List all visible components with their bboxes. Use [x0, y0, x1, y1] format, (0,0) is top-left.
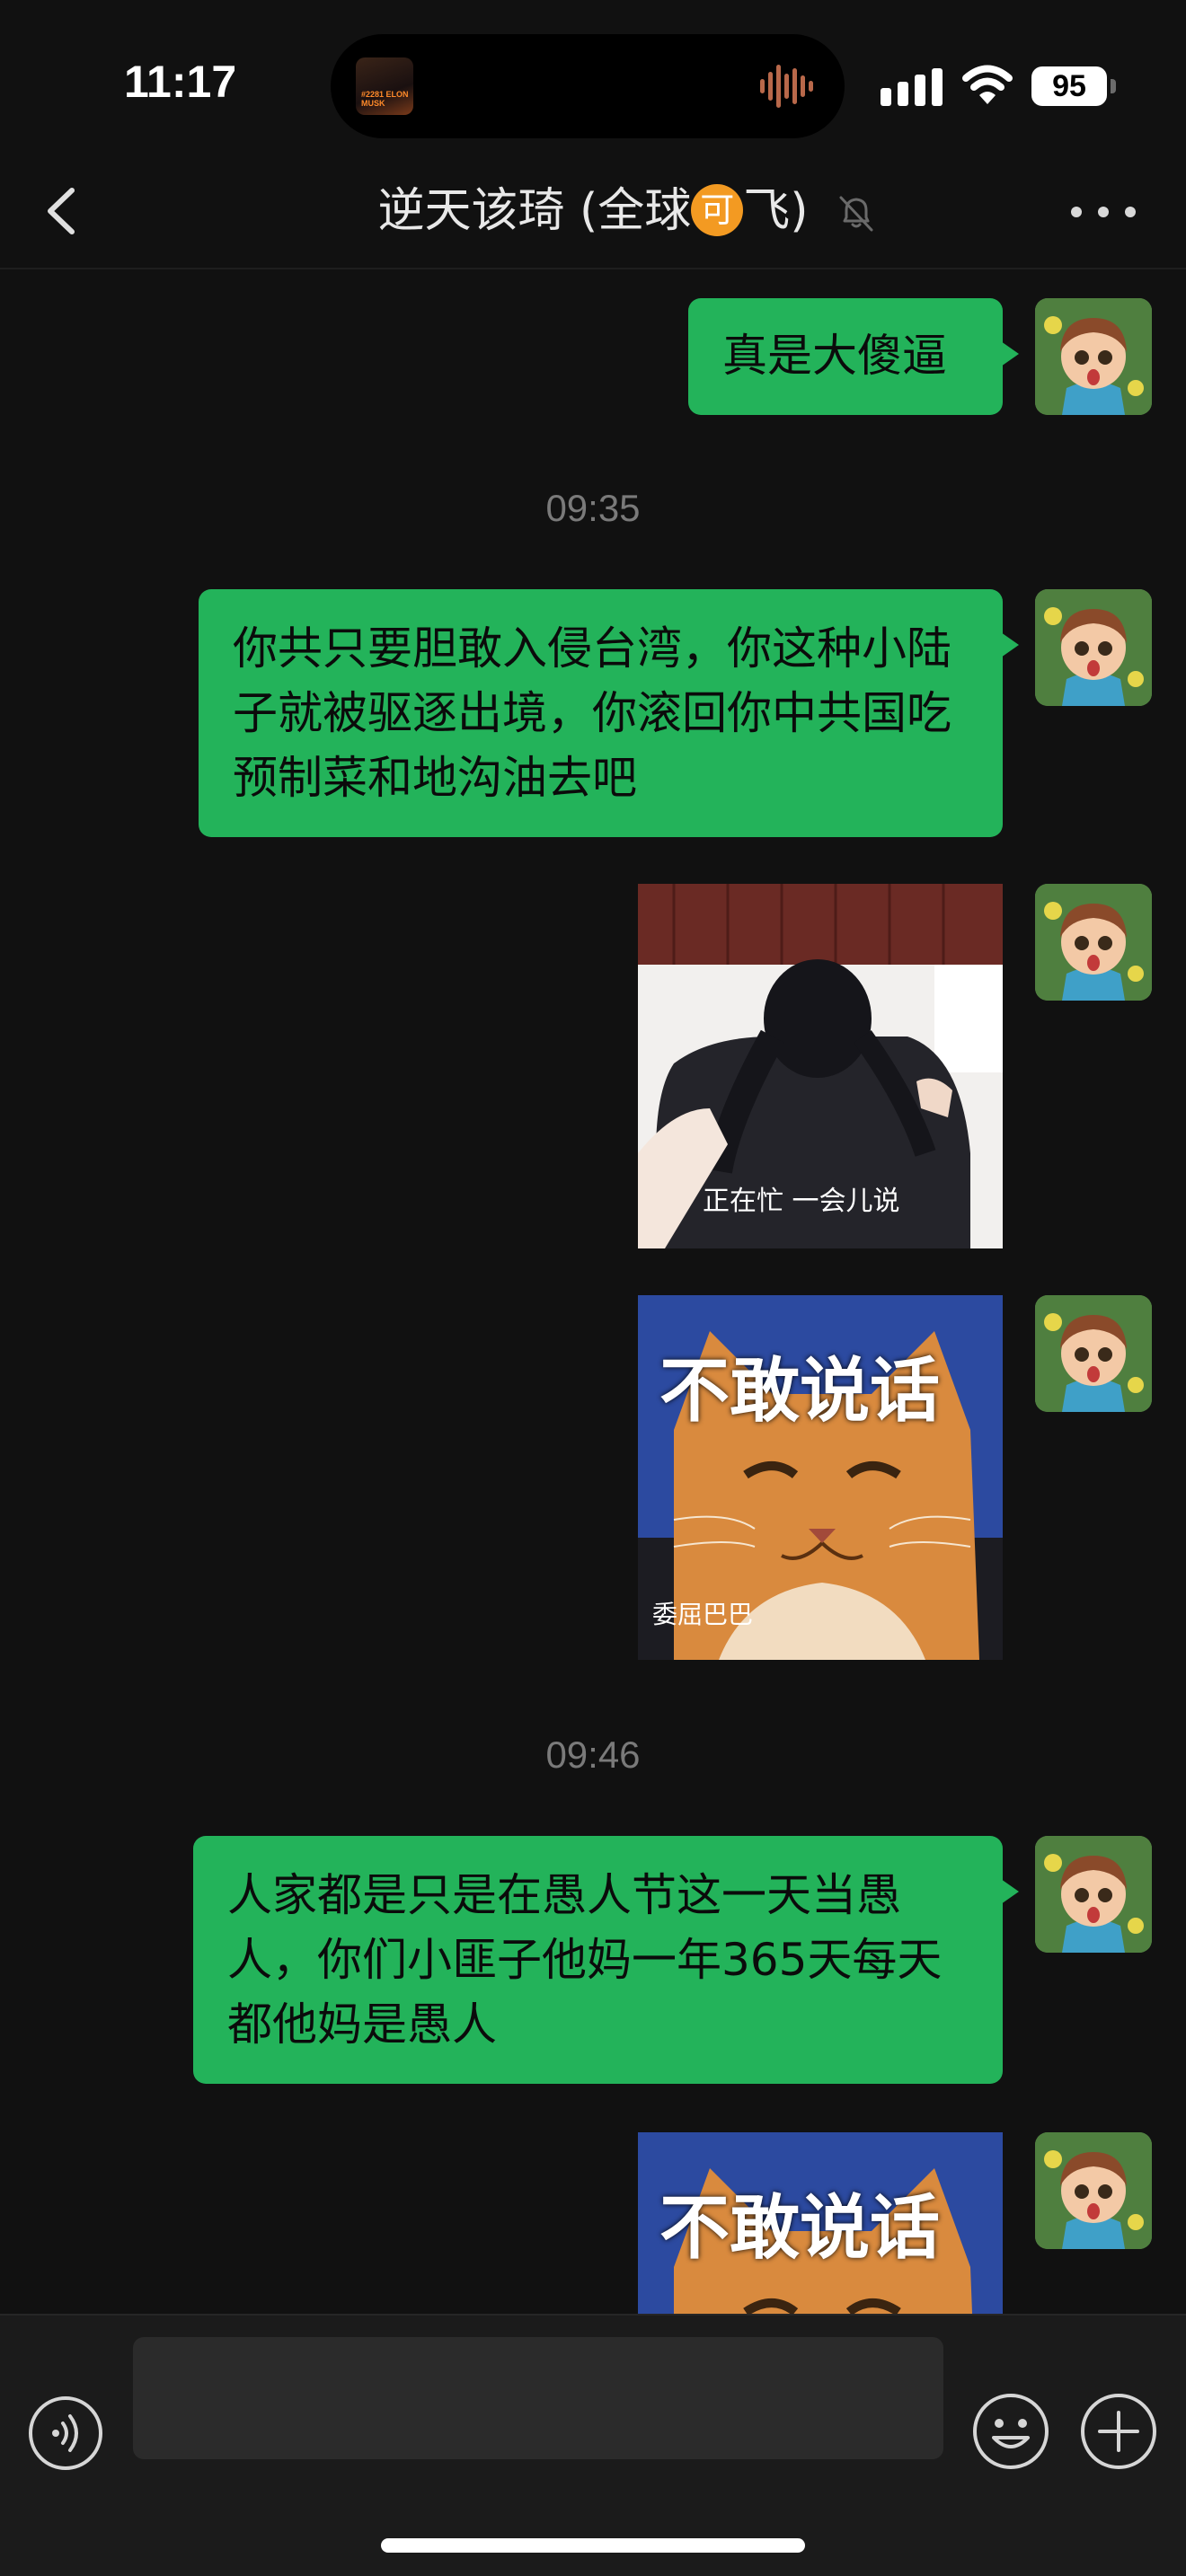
message-bubble[interactable]: 你共只要胆敢入侵台湾，你这种小陆子就被驱逐出境，你滚回你中共国吃预制菜和地沟油去…: [199, 589, 1019, 837]
avatar-image: [1035, 2132, 1152, 2249]
timestamp: 09:46: [545, 1734, 641, 1776]
message-text: 你共只要胆敢入侵台湾，你这种小陆子就被驱逐出境，你滚回你中共国吃预制菜和地沟油去…: [233, 622, 951, 804]
avatar-image: [1035, 1295, 1152, 1412]
audio-waveform-icon: [760, 65, 813, 108]
cellular-signal-icon: [881, 68, 943, 106]
sticker-subcaption: 委屈巴巴: [652, 1600, 754, 1629]
now-playing-artwork[interactable]: #2281 ELON MUSK: [356, 57, 413, 115]
avatar[interactable]: [1035, 2132, 1152, 2249]
sticker-image[interactable]: 不敢说话: [638, 2132, 1003, 2314]
plus-circle-icon[interactable]: [1078, 2391, 1159, 2472]
title-badge: 可: [691, 184, 744, 236]
message-bubble[interactable]: 人家都是只是在愚人节这一天当愚人，你们小匪子他妈一年365天每天都他妈是愚人: [193, 1836, 1019, 2084]
message-input[interactable]: [133, 2337, 943, 2459]
dynamic-island[interactable]: #2281 ELON MUSK: [331, 34, 845, 138]
message-input-bar: [0, 2314, 1186, 2576]
chat-title-after: 飞): [743, 184, 809, 238]
message-list[interactable]: 真是大傻逼 09:35 你共只要胆敢入侵台湾，你这种小陆子就被驱逐出境，你滚回你…: [0, 269, 1186, 2314]
voice-input-icon[interactable]: [27, 2395, 104, 2472]
status-time: 11:17: [124, 57, 237, 107]
avatar-image: [1035, 1836, 1152, 1953]
avatar-image: [1035, 589, 1152, 706]
battery-tip: [1111, 79, 1116, 93]
battery-level: 95: [1052, 69, 1086, 103]
chat-title[interactable]: 逆天该琦 (全球可飞): [180, 180, 1006, 243]
avatar-image: [1035, 884, 1152, 1001]
status-bar: 11:17 #2281 ELON MUSK 95: [0, 0, 1186, 153]
now-playing-art-text: #2281 ELON MUSK: [361, 90, 409, 108]
battery-indicator: 95: [1031, 66, 1107, 106]
wifi-icon: [962, 65, 1013, 104]
bell-slash-icon: [839, 196, 873, 232]
sticker-image[interactable]: 正在忙 一会儿说: [638, 884, 1003, 1248]
chat-title-text: 逆天该琦 (全球可飞): [377, 184, 809, 238]
avatar[interactable]: [1035, 1295, 1152, 1412]
avatar[interactable]: [1035, 298, 1152, 415]
sticker-caption: 正在忙 一会儿说: [703, 1186, 900, 1217]
message-bubble[interactable]: 真是大傻逼: [688, 298, 1019, 415]
avatar[interactable]: [1035, 884, 1152, 1001]
emoji-icon[interactable]: [970, 2391, 1051, 2472]
sticker-caption: 不敢说话: [659, 1351, 941, 1432]
home-indicator[interactable]: [381, 2538, 805, 2553]
chat-header: 逆天该琦 (全球可飞): [0, 153, 1186, 269]
timestamp: 09:35: [545, 487, 641, 529]
avatar[interactable]: [1035, 1836, 1152, 1953]
sticker-image[interactable]: 不敢说话 委屈巴巴: [638, 1295, 1003, 1660]
more-dots-icon[interactable]: [1067, 194, 1139, 230]
message-text: 人家都是只是在愚人节这一天当愚人，你们小匪子他妈一年365天每天都他妈是愚人: [227, 1869, 943, 2051]
message-text: 真是大傻逼: [722, 330, 947, 382]
sticker-caption: 不敢说话: [659, 2188, 941, 2269]
avatar[interactable]: [1035, 589, 1152, 706]
avatar-image: [1035, 298, 1152, 415]
chat-title-before: 逆天该琦 (全球: [377, 184, 692, 238]
chevron-left-icon[interactable]: [36, 180, 90, 243]
